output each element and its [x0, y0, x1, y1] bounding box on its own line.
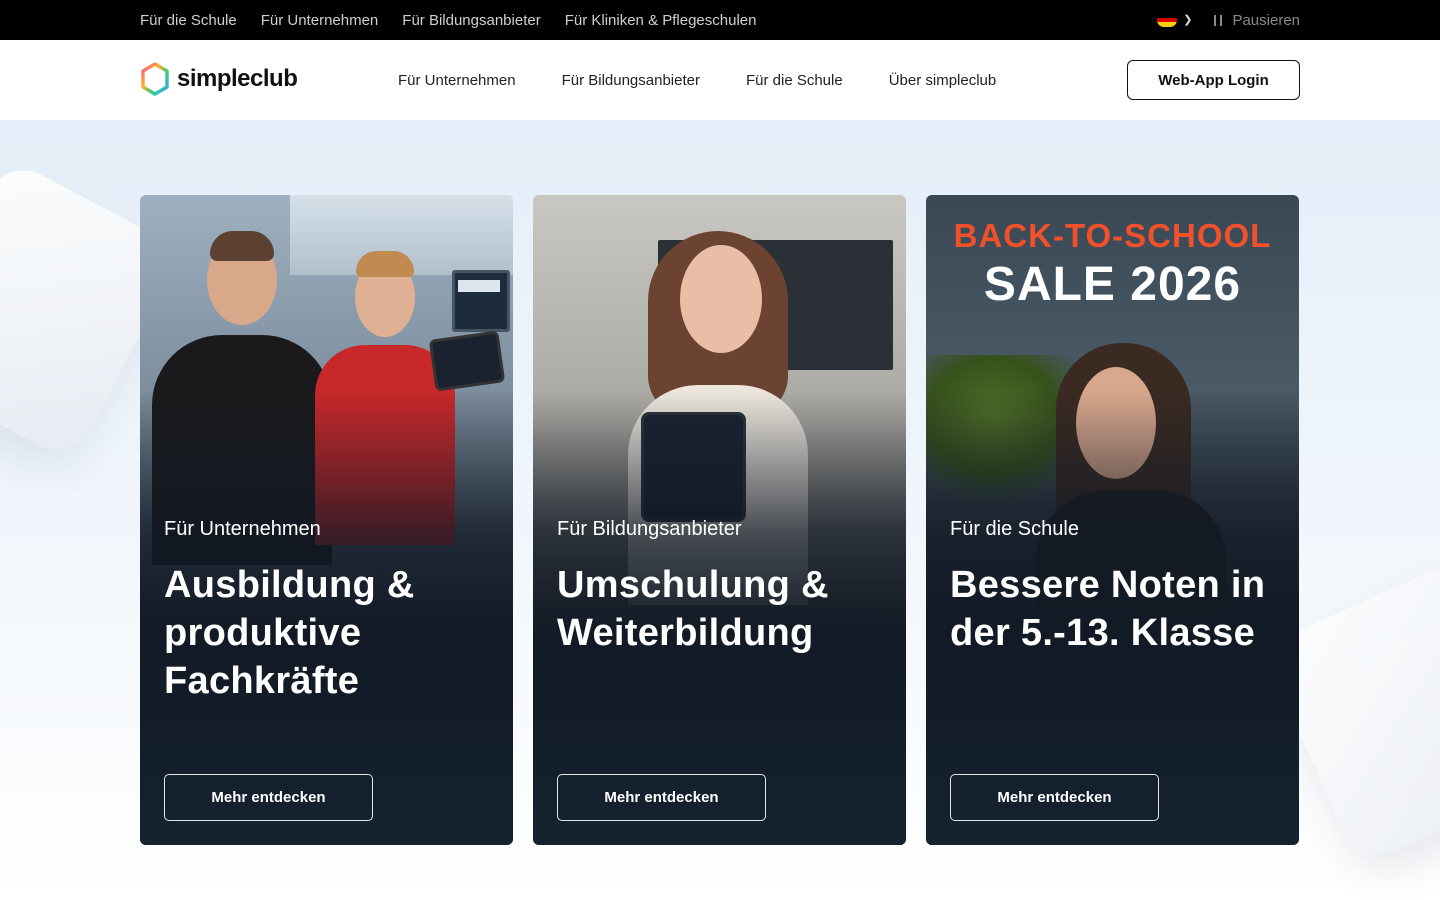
mehr-entdecken-button-schule[interactable]: Mehr entdecken	[950, 774, 1159, 821]
top-utility-bar: Für die Schule Für Unternehmen Für Bildu…	[0, 0, 1440, 40]
card-eyebrow: Für Bildungsanbieter	[557, 518, 742, 540]
nav-link-schule[interactable]: Für die Schule	[746, 72, 843, 89]
sale-line-1: BACK-TO-SCHOOL	[953, 217, 1272, 254]
nav-link-unternehmen[interactable]: Für Unternehmen	[398, 72, 516, 89]
topbar-link-unternehmen[interactable]: Für Unternehmen	[261, 12, 379, 29]
card-unternehmen[interactable]: Für Unternehmen Ausbildung & produktive …	[140, 195, 513, 845]
chevron-down-icon: ❯	[1183, 13, 1193, 26]
card-schule[interactable]: BACK-TO-SCHOOL SALE 2026 Für die Schule …	[926, 195, 1299, 845]
card-eyebrow: Für die Schule	[950, 518, 1079, 540]
pause-animation-button[interactable]: Pausieren	[1214, 12, 1300, 29]
topbar-link-schule[interactable]: Für die Schule	[140, 12, 237, 29]
nav-link-ueber[interactable]: Über simpleclub	[889, 72, 997, 89]
pause-label: Pausieren	[1232, 11, 1300, 29]
audience-links: Für die Schule Für Unternehmen Für Bildu…	[140, 0, 756, 40]
language-selector[interactable]: ❯	[1157, 13, 1192, 27]
hexagon-logo-icon	[141, 62, 169, 96]
mehr-entdecken-button-unternehmen[interactable]: Mehr entdecken	[164, 774, 373, 821]
mehr-entdecken-button-bildungsanbieter[interactable]: Mehr entdecken	[557, 774, 766, 821]
sale-line-2: SALE 2026	[983, 258, 1242, 311]
card-content: Für Bildungsanbieter Umschulung & Weiter…	[557, 518, 886, 657]
card-content: Für Unternehmen Ausbildung & produktive …	[164, 518, 493, 705]
logo-text: simpleclub	[177, 65, 298, 92]
nav-links: Für Unternehmen Für Bildungsanbieter Für…	[398, 40, 996, 120]
card-heading: Bessere Noten in der 5.-13. Klasse	[950, 564, 1266, 654]
germany-flag-icon	[1157, 13, 1178, 27]
card-content: Für die Schule Bessere Noten in der 5.-1…	[950, 518, 1279, 657]
sale-banner: BACK-TO-SCHOOL SALE 2026	[926, 217, 1299, 312]
topbar-link-kliniken[interactable]: Für Kliniken & Pflegeschulen	[565, 12, 757, 29]
simpleclub-logo[interactable]: simpleclub	[140, 62, 298, 96]
card-bildungsanbieter[interactable]: Für Bildungsanbieter Umschulung & Weiter…	[533, 195, 906, 845]
card-heading: Ausbildung & produktive Fachkräfte	[164, 564, 415, 702]
web-app-login-button[interactable]: Web-App Login	[1127, 60, 1300, 100]
nav-link-bildungsanbieter[interactable]: Für Bildungsanbieter	[562, 72, 700, 89]
topbar-controls: ❯ Pausieren	[1157, 0, 1300, 40]
pause-icon	[1214, 14, 1223, 26]
audience-cards: Für Unternehmen Ausbildung & produktive …	[140, 195, 1299, 845]
main-navigation: simpleclub Für Unternehmen Für Bildungsa…	[0, 40, 1440, 120]
card-heading: Umschulung & Weiterbildung	[557, 564, 829, 654]
topbar-link-bildungsanbieter[interactable]: Für Bildungsanbieter	[402, 12, 540, 29]
hero-section: Für Unternehmen Ausbildung & produktive …	[0, 120, 1440, 900]
card-eyebrow: Für Unternehmen	[164, 518, 321, 540]
